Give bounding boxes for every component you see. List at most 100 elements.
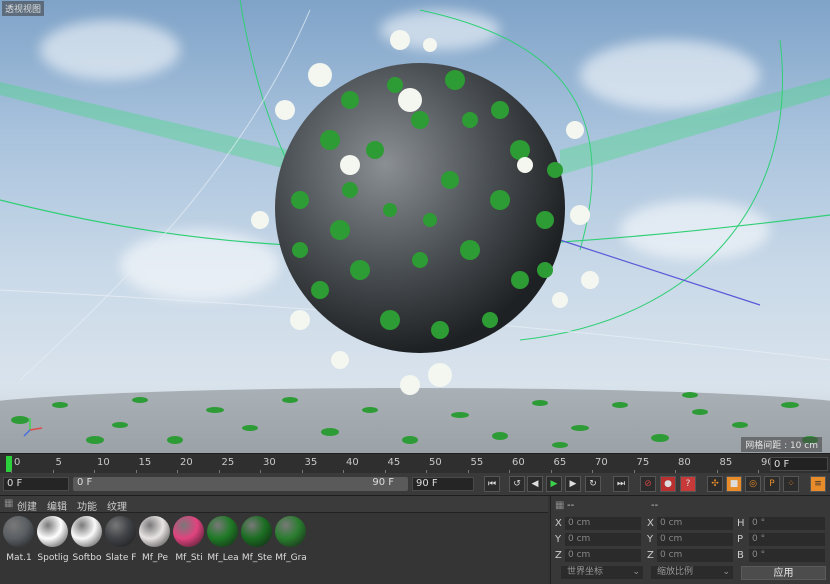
- go-to-end-icon[interactable]: ⏭: [613, 476, 629, 492]
- start-frame-field[interactable]: 0 F: [3, 477, 69, 491]
- timeline-tick-label: 50: [429, 457, 442, 468]
- material-swatch[interactable]: Mf_Lea: [206, 516, 239, 570]
- coordinates-panel: ▦ -- -- X0 cm X0 cm H0 ° Y0 cm Y0 cm P0 …: [550, 496, 830, 584]
- timeline-tick-label: 35: [304, 457, 318, 468]
- point-level-icon[interactable]: ⁘: [783, 476, 799, 492]
- scene-render: [0, 0, 830, 448]
- slider-start-label: 0 F: [77, 477, 93, 488]
- position-x-field[interactable]: 0 cm: [565, 517, 641, 530]
- move-key-icon[interactable]: ✣: [707, 476, 723, 492]
- rotation-b-field[interactable]: 0 °: [749, 549, 825, 562]
- material-swatch[interactable]: Mat.1: [2, 516, 35, 570]
- material-name: Mf_Sti: [175, 553, 203, 563]
- coord-mode-label: 世界坐标: [567, 567, 604, 577]
- chevron-down-icon: ⌄: [722, 567, 730, 577]
- scale-mode-label: 缩放比例: [657, 567, 694, 577]
- material-list: Mat.1 Spotlig Softbo Slate F Mf_Pe Mf_Sti Mf_L…: [0, 513, 548, 584]
- record-disabled-icon[interactable]: ⊘: [640, 476, 656, 492]
- size-x-field[interactable]: 0 cm: [657, 517, 733, 530]
- size-z-field[interactable]: 0 cm: [657, 549, 733, 562]
- grip-icon: ▦: [555, 500, 565, 511]
- param-key-icon[interactable]: P: [764, 476, 780, 492]
- rotation-p-field[interactable]: 0 °: [749, 533, 825, 546]
- material-swatch[interactable]: Slate F: [104, 516, 137, 570]
- viewport-label[interactable]: 透视视图: [2, 1, 45, 16]
- grid-spacing-label: 网格间距 : 10 cm: [741, 437, 822, 452]
- material-swatch[interactable]: Mf_Sti: [172, 516, 205, 570]
- next-key-icon[interactable]: ↻: [585, 476, 601, 492]
- light-beam: [560, 78, 830, 175]
- step-forward-icon[interactable]: ▶: [565, 476, 581, 492]
- position-y-field[interactable]: 0 cm: [565, 533, 641, 546]
- coord-mode-dropdown[interactable]: 世界坐标 ⌄: [561, 566, 643, 579]
- apply-button[interactable]: 应用: [741, 566, 826, 580]
- material-preview: [105, 516, 136, 547]
- timeline-tick-label: 20: [180, 457, 193, 468]
- material-preview: [3, 516, 34, 547]
- timeline-tick-label: 75: [636, 457, 650, 468]
- timeline-tick-label: 70: [595, 457, 608, 468]
- timeline-tick-label: 80: [678, 457, 691, 468]
- material-name: Mf_Lea: [207, 553, 239, 563]
- header-left: --: [567, 500, 575, 511]
- menu-create[interactable]: 创建: [17, 498, 37, 513]
- material-name: Mf_Pe: [141, 553, 169, 563]
- timeline-ruler[interactable]: 0 5 10 15 20 25 30 35 40 45 50 55 60 65 70 75 80 85 90 0 F: [0, 453, 830, 474]
- frame-range-slider[interactable]: 0 F 90 F: [73, 477, 408, 491]
- timeline-tick-label: 30: [263, 457, 276, 468]
- material-swatch[interactable]: Mf_Gra: [274, 516, 307, 570]
- keyframe-help-icon[interactable]: ?: [680, 476, 696, 492]
- timeline-tick-label: 10: [97, 457, 110, 468]
- light-beam: [0, 82, 310, 175]
- autokey-icon[interactable]: ●: [660, 476, 676, 492]
- timeline-tick-label: 0: [14, 457, 21, 468]
- slider-end-label: 90 F: [372, 477, 394, 488]
- material-name: Softbo: [72, 553, 102, 563]
- timeline-tick-label: 45: [387, 457, 401, 468]
- header-right: --: [651, 500, 659, 511]
- timeline-tick-label: 40: [346, 457, 359, 468]
- rotate-key-icon[interactable]: ◎: [745, 476, 761, 492]
- material-preview: [207, 516, 238, 547]
- material-preview: [241, 516, 272, 547]
- chevron-down-icon: ⌄: [632, 567, 640, 577]
- material-name: Spotlig: [37, 553, 69, 563]
- axis-z: [23, 429, 31, 437]
- timeline-tick-label: 55: [470, 457, 484, 468]
- scale-key-icon[interactable]: ■: [726, 476, 742, 492]
- prev-key-icon[interactable]: ↺: [509, 476, 525, 492]
- material-preview: [173, 516, 204, 547]
- timeline-tick-label: 5: [55, 457, 62, 468]
- current-frame-field[interactable]: 0 F: [770, 457, 828, 471]
- perspective-viewport[interactable]: 透视视图 网格间距 : 10 cm: [0, 0, 830, 453]
- size-y-field[interactable]: 0 cm: [657, 533, 733, 546]
- timeline-menu-icon[interactable]: ≡: [810, 476, 826, 492]
- rotation-h-field[interactable]: 0 °: [749, 517, 825, 530]
- end-frame-field[interactable]: 90 F: [412, 477, 474, 491]
- menu-function[interactable]: 功能: [77, 498, 97, 513]
- timeline-tick-label: 15: [138, 457, 152, 468]
- transport-bar: 0 F 0 F 90 F 90 F ⏮ ↺ ◀ ▶ ▶ ↻ ⏭ ⊘ ● ? ✣ …: [0, 473, 830, 496]
- material-swatch[interactable]: Mf_Ste: [240, 516, 273, 570]
- material-swatch[interactable]: Mf_Pe: [138, 516, 171, 570]
- timeline-tick-label: 65: [553, 457, 567, 468]
- timeline-tick-label: 85: [719, 457, 733, 468]
- grid-line: [19, 9, 311, 381]
- menu-edit[interactable]: 编辑: [47, 498, 67, 513]
- material-name: Slate F: [105, 553, 137, 563]
- go-to-start-icon[interactable]: ⏮: [484, 476, 500, 492]
- scale-mode-dropdown[interactable]: 缩放比例 ⌄: [651, 566, 733, 579]
- position-z-field[interactable]: 0 cm: [565, 549, 641, 562]
- timeline-tick-label: 25: [221, 457, 235, 468]
- material-preview: [37, 516, 68, 547]
- material-manager-menu: ▦ 创建 编辑 功能 纹理: [0, 496, 548, 513]
- material-swatch[interactable]: Spotlig: [36, 516, 69, 570]
- material-name: Mat.1: [6, 553, 32, 563]
- material-preview: [275, 516, 306, 547]
- menu-texture[interactable]: 纹理: [107, 498, 127, 513]
- material-swatch[interactable]: Softbo: [70, 516, 103, 570]
- material-preview: [139, 516, 170, 547]
- axis-x: [29, 427, 43, 431]
- step-back-icon[interactable]: ◀: [527, 476, 543, 492]
- play-icon[interactable]: ▶: [546, 476, 562, 492]
